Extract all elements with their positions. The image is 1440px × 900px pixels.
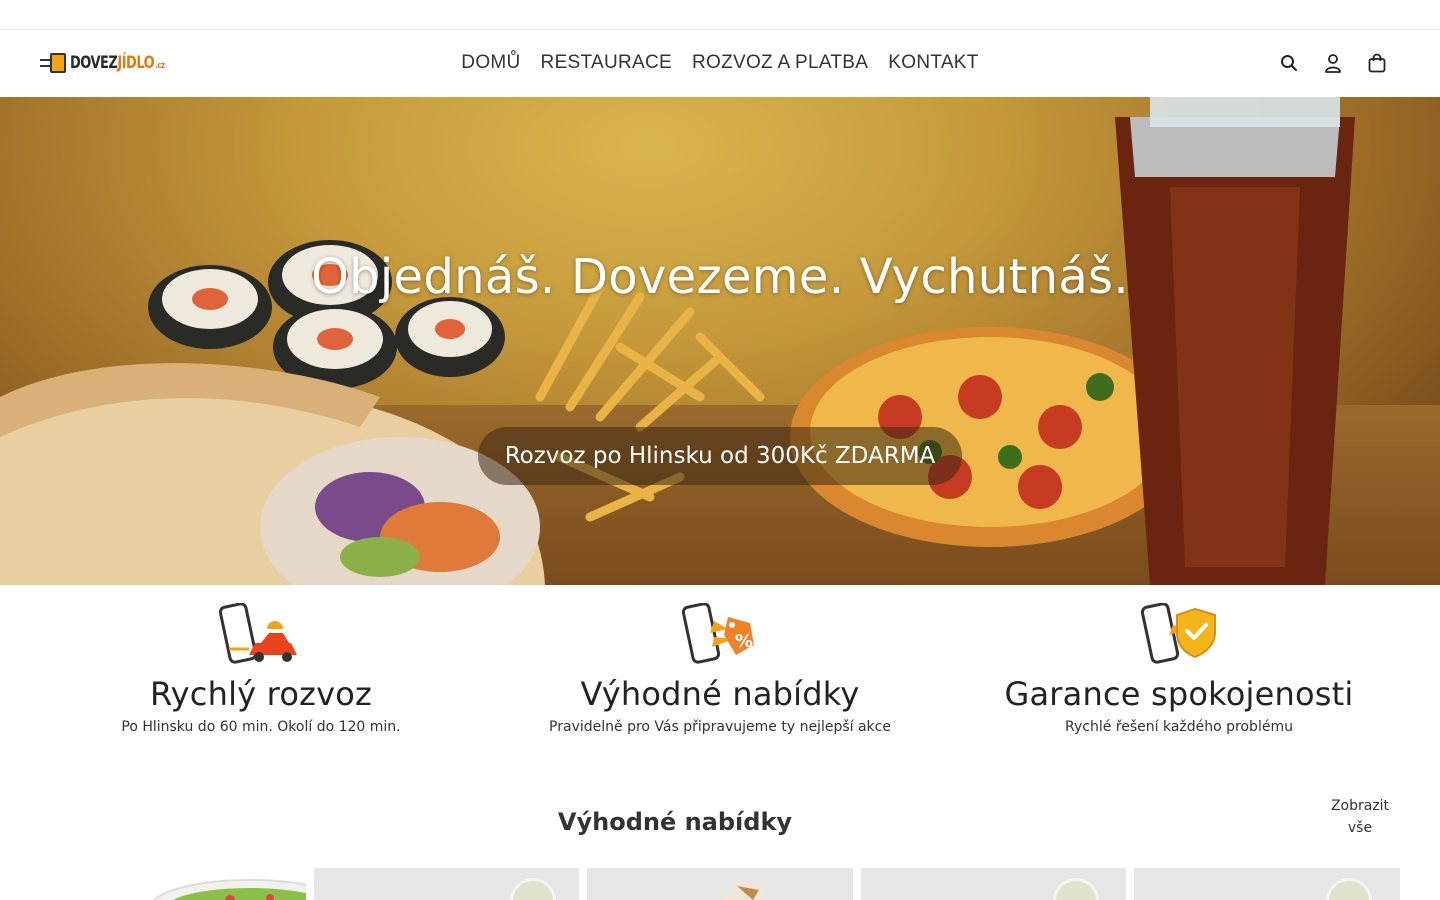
cola-glass xyxy=(1115,97,1355,585)
phone-car-delivery-icon xyxy=(219,603,297,664)
hero-food-illustration xyxy=(0,97,1355,585)
free-delivery-banner: Rozvoz po Hlinsku od 300Kč ZDARMA xyxy=(478,427,962,485)
top-bar xyxy=(0,0,1440,30)
offers-section-title: Výhodné nabídky xyxy=(557,808,793,836)
wrap-product-image xyxy=(723,882,765,900)
feature-text: Pravidelně pro Vás připravujeme ty nejle… xyxy=(549,719,891,735)
show-all-line1: Zobrazit xyxy=(1330,798,1390,814)
svg-text:%: % xyxy=(735,631,753,652)
nav-link-delivery-payment[interactable]: ROZVOZ A PLATBA xyxy=(692,52,868,74)
sauce-bowl-image xyxy=(1053,878,1099,900)
feature-text: Rychlé řešení každého problému xyxy=(1065,719,1293,735)
features-section: Rychlý rozvoz Po Hlinsku do 60 min. Okol… xyxy=(0,585,1440,765)
product-card[interactable] xyxy=(861,868,1126,900)
feature-satisfaction-guarantee: Garance spokojenosti Rychlé řešení každé… xyxy=(949,603,1409,735)
feature-fast-delivery: Rychlý rozvoz Po Hlinsku do 60 min. Okol… xyxy=(31,603,491,735)
product-card[interactable] xyxy=(314,868,579,900)
feature-title: Garance spokojenosti xyxy=(1004,675,1354,713)
feature-good-deals: % Výhodné nabídky Pravidelně pro Vás při… xyxy=(490,603,950,735)
hero-banner: Objednáš. Dovezeme. Vychutnáš. Rozvoz po… xyxy=(0,97,1440,585)
search-icon[interactable] xyxy=(1278,52,1300,74)
feature-title: Rychlý rozvoz xyxy=(149,675,373,713)
logo-wordmark: DOVEZ JÍDLO .cz xyxy=(70,53,165,73)
phone-shield-icon xyxy=(1140,603,1216,664)
nav-link-restaurants[interactable]: RESTAURACE xyxy=(541,52,672,74)
product-card[interactable] xyxy=(1134,868,1400,900)
hero-headline: Objednáš. Dovezeme. Vychutnáš. xyxy=(311,249,1129,305)
site-logo[interactable]: DOVEZ JÍDLO .cz xyxy=(40,50,165,76)
account-icon[interactable] xyxy=(1322,52,1344,74)
salad-bowl-image xyxy=(152,879,306,900)
wrap xyxy=(0,363,545,585)
phone-discount-icon: % xyxy=(681,603,754,664)
product-card[interactable] xyxy=(140,868,306,900)
feature-title: Výhodné nabídky xyxy=(580,675,860,713)
feature-text: Po Hlinsku do 60 min. Okolí do 120 min. xyxy=(121,719,401,735)
show-all-link[interactable]: Zobrazit vše xyxy=(1320,795,1400,839)
delivery-bag-logo-icon xyxy=(40,51,70,75)
sauce-bowl-image xyxy=(1326,878,1372,900)
header-actions xyxy=(1278,52,1388,74)
main-nav: DOMŮ RESTAURACE ROZVOZ A PLATBA KONTAKT xyxy=(0,30,1440,96)
product-card[interactable] xyxy=(587,868,853,900)
offers-carousel xyxy=(40,868,1400,900)
nav-link-contact[interactable]: KONTAKT xyxy=(888,52,978,74)
cart-icon[interactable] xyxy=(1366,52,1388,74)
show-all-line2: vše xyxy=(1347,820,1373,836)
sauce-bowl-image xyxy=(510,878,556,900)
site-header: DOVEZ JÍDLO .cz DOMŮ RESTAURACE ROZVOZ A P… xyxy=(0,30,1440,96)
nav-link-home[interactable]: DOMŮ xyxy=(461,52,520,74)
